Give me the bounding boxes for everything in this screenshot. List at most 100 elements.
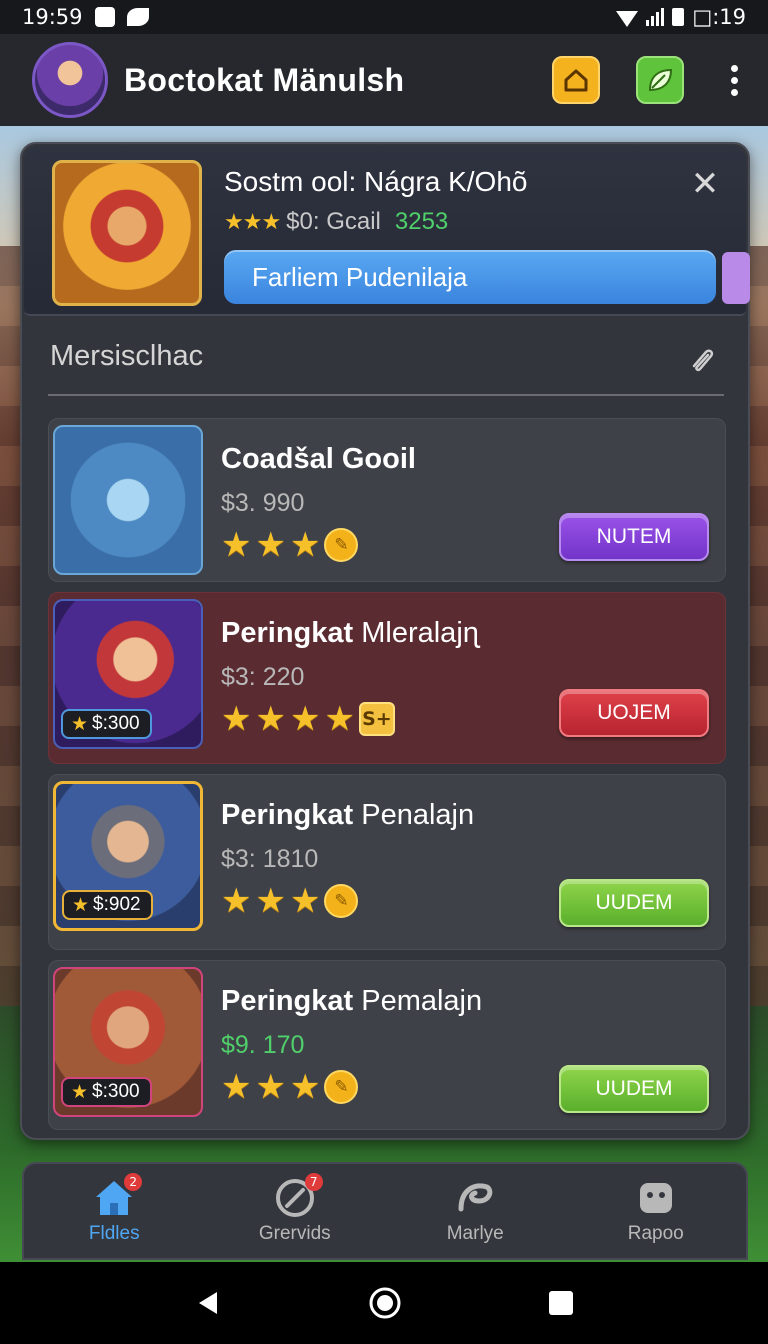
star-icon: ★ xyxy=(255,525,286,565)
close-icon[interactable]: ✕ xyxy=(690,167,720,201)
item-rating: ★ ★ ★ ✎ xyxy=(221,525,359,565)
item-badge: ★ $:902 xyxy=(62,890,153,920)
featured-rating-text: $0: Gcail xyxy=(286,208,381,235)
item-thumbnail: ★ $:902 xyxy=(53,781,203,931)
featured-hero-image xyxy=(52,160,202,306)
item-price: $9. 170 xyxy=(221,1031,305,1059)
item-action-button[interactable]: UOJEM xyxy=(559,689,709,737)
star-icon: ★ xyxy=(289,1067,321,1107)
nav-label: Fldles xyxy=(88,1223,140,1244)
status-time: 19:59 xyxy=(22,5,83,29)
nav-label: Rapoo xyxy=(627,1223,684,1244)
nav-label: Grervids xyxy=(258,1223,331,1244)
item-title-rest: Pemalajn xyxy=(353,985,483,1017)
coin-icon: ✎ xyxy=(324,884,359,918)
section-divider xyxy=(48,394,724,396)
item-badge-text: $:300 xyxy=(92,713,140,734)
star-icon: ★ xyxy=(255,881,286,921)
item-title: Peringkat Pemalajn xyxy=(221,985,482,1018)
item-action-button[interactable]: UUDEM xyxy=(559,1065,709,1113)
item-title-rest: Penalajn xyxy=(353,799,475,831)
item-rating: ★ ★ ★ ✎ xyxy=(221,1067,359,1107)
featured-card: Sostm ool: Nágra K/Ohõ ★★★ $0: Gcail 325… xyxy=(24,146,750,316)
star-icon: ★ xyxy=(324,699,355,739)
list-item[interactable]: Coadšal Gooil $3. 990 ★ ★ ★ ✎ NUTEM xyxy=(48,418,726,582)
home-circle-icon[interactable] xyxy=(368,1286,402,1320)
item-badge: ★ $:300 xyxy=(61,709,152,739)
list-item[interactable]: ★ $:902 Peringkat Penalajn $3: 1810 ★ ★ ★… xyxy=(48,774,726,950)
item-title-bold: Peringkat xyxy=(221,985,354,1017)
status-right-text: □:19 xyxy=(692,5,746,29)
item-thumbnail: ★ $:300 xyxy=(53,967,203,1117)
item-price: $3: 1810 xyxy=(221,845,319,873)
list-item[interactable]: ★ $:300 Peringkat Pemalajn $9. 170 ★ ★ ★ … xyxy=(48,960,726,1130)
item-action-button[interactable]: UUDEM xyxy=(559,879,709,927)
item-title: Peringkat Mleralajɳ xyxy=(221,617,479,650)
item-thumbnail: ★ $:300 xyxy=(53,599,203,749)
star-icon: ★ xyxy=(221,525,252,565)
coin-icon: ✎ xyxy=(324,528,359,562)
nav-item-rapoo[interactable]: Rapoo xyxy=(566,1164,747,1258)
featured-title: Sostm ool: Nágra K/Ohõ xyxy=(224,166,528,197)
star-icon: ★ xyxy=(255,699,286,739)
status-bar: 19:59 □:19 xyxy=(0,0,768,34)
nav-badge: 7 xyxy=(304,1173,323,1191)
star-icon: ★ xyxy=(289,881,321,921)
app-header: Boctokat Mänulsh xyxy=(0,34,768,126)
item-price: $3. 990 xyxy=(221,489,305,517)
notification-leaf-icon xyxy=(126,8,149,26)
home-button[interactable] xyxy=(552,56,600,104)
item-badge: ★ $:300 xyxy=(61,1077,152,1107)
link-icon[interactable] xyxy=(688,344,718,374)
system-navigation-bar xyxy=(0,1262,768,1344)
back-icon[interactable] xyxy=(193,1288,223,1318)
star-icon: ★ xyxy=(255,1067,286,1107)
home-icon xyxy=(564,69,588,92)
star-icon: ★ xyxy=(221,699,252,739)
notification-app-icon xyxy=(94,7,115,27)
featured-stars: ★★★ xyxy=(224,209,281,234)
robot-icon xyxy=(634,1177,678,1217)
item-title-rest: Mleralajɳ xyxy=(353,617,479,649)
signal-icon xyxy=(646,8,665,26)
bottom-navigation: 2 Fldles 7 Grervids Marlye Rapoo xyxy=(22,1162,748,1260)
star-icon: ★ xyxy=(289,525,321,565)
item-rating: ★ ★ ★ ★ S+ xyxy=(221,701,395,737)
featured-progress-button[interactable]: Farliem Pudenilaja xyxy=(224,250,716,304)
nav-item-marlye[interactable]: Marlye xyxy=(385,1164,566,1258)
section-title: Mersisclhac xyxy=(50,340,204,372)
item-badge-text: $:902 xyxy=(93,894,141,915)
item-title: Peringkat Penalajn xyxy=(221,799,474,832)
rank-tag: S+ xyxy=(358,702,395,736)
avatar[interactable] xyxy=(32,42,108,118)
more-icon[interactable] xyxy=(724,64,744,96)
app-title: Boctokat Mänulsh xyxy=(124,61,405,98)
swirl-icon xyxy=(453,1177,497,1217)
item-title-bold: Coadšal Gooil xyxy=(221,443,416,475)
item-title-bold: Peringkat xyxy=(221,617,354,649)
leaf-button[interactable] xyxy=(636,56,684,104)
coin-icon: ✎ xyxy=(324,1070,359,1104)
wifi-icon xyxy=(616,11,639,27)
item-rating: ★ ★ ★ ✎ xyxy=(221,881,359,921)
nav-item-grervids[interactable]: 7 Grervids xyxy=(205,1164,386,1258)
recents-icon[interactable] xyxy=(547,1289,575,1317)
nav-item-files[interactable]: 2 Fldles xyxy=(24,1164,205,1258)
item-title-bold: Peringkat xyxy=(221,799,354,831)
nav-label: Marlye xyxy=(446,1223,504,1244)
featured-value: 3253 xyxy=(394,208,449,235)
star-icon: ★ xyxy=(289,699,321,739)
star-icon: ★ xyxy=(221,881,252,921)
item-badge-text: $:300 xyxy=(92,1081,140,1102)
home-icon: 2 xyxy=(92,1173,143,1217)
item-price: $3: 220 xyxy=(221,663,305,691)
item-title: Coadšal Gooil xyxy=(221,443,416,476)
main-panel: Sostm ool: Nágra K/Ohõ ★★★ $0: Gcail 325… xyxy=(20,142,750,1140)
leaf-icon xyxy=(648,68,673,92)
battery-icon xyxy=(672,8,685,26)
item-action-button[interactable]: NUTEM xyxy=(559,513,709,561)
featured-progress-end xyxy=(722,252,750,304)
nav-badge: 2 xyxy=(124,1173,143,1191)
list-item[interactable]: ★ $:300 Peringkat Mleralajɳ $3: 220 ★ ★ ★… xyxy=(48,592,726,764)
featured-subtitle: ★★★ $0: Gcail 3253 xyxy=(224,208,448,236)
